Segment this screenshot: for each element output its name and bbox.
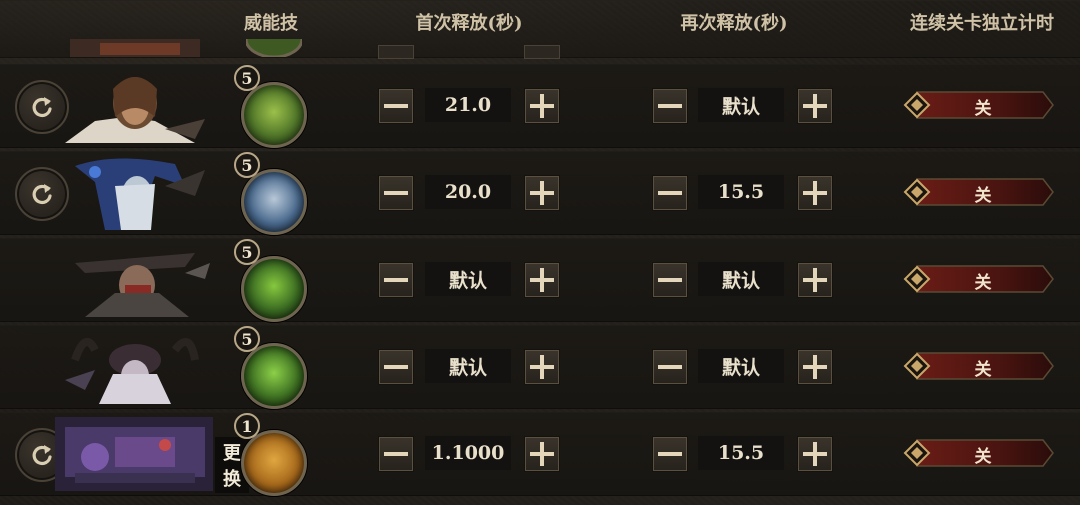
skill-level-badge: 5 bbox=[234, 326, 260, 352]
first-release-increase-button[interactable] bbox=[524, 88, 560, 124]
minus-icon bbox=[658, 452, 682, 456]
again-release-increase-button[interactable] bbox=[797, 175, 833, 211]
plus-icon bbox=[803, 355, 827, 379]
green-beast-skill-icon[interactable] bbox=[241, 82, 307, 148]
again-release-decrease-button[interactable] bbox=[652, 88, 688, 124]
toggle-state-label: 关 bbox=[974, 186, 992, 206]
minus-icon bbox=[384, 452, 408, 456]
plus-icon bbox=[803, 181, 827, 205]
green-thorn-skill-icon[interactable] bbox=[241, 343, 307, 409]
again-release-value: 15.5 bbox=[698, 436, 784, 470]
toggle-state-label: 关 bbox=[974, 99, 992, 119]
first-release-value: 默认 bbox=[425, 262, 511, 296]
first-release-decrease-button[interactable] bbox=[378, 88, 414, 124]
again-release-increase-button[interactable] bbox=[797, 436, 833, 472]
first-release-decrease-button[interactable] bbox=[378, 262, 414, 298]
toggle-state-label: 关 bbox=[974, 273, 992, 293]
plus-icon bbox=[530, 181, 554, 205]
header-again-release: 再次释放(秒) bbox=[680, 13, 788, 34]
first-release-value: 1.1000 bbox=[425, 436, 511, 470]
again-release-value: 默认 bbox=[698, 262, 784, 296]
again-release-decrease-button[interactable] bbox=[652, 175, 688, 211]
first-release-value: 21.0 bbox=[425, 88, 511, 122]
first-release-value: 默认 bbox=[425, 349, 511, 383]
hero-portrait-gunslinger[interactable] bbox=[55, 243, 213, 317]
header-skill: 威能技 bbox=[244, 13, 298, 34]
again-release-decrease-button[interactable] bbox=[652, 436, 688, 472]
stage-timer-toggle[interactable]: 关 bbox=[903, 90, 1055, 120]
plus-icon bbox=[803, 94, 827, 118]
header-stage-timer: 连续关卡独立计时 bbox=[910, 13, 1054, 34]
table-header: 威能技 首次释放(秒) 再次释放(秒) 连续关卡独立计时 bbox=[0, 0, 1080, 44]
first-release-increase-button[interactable] bbox=[524, 175, 560, 211]
first-release-value: 20.0 bbox=[425, 175, 511, 209]
plus-icon bbox=[530, 268, 554, 292]
plus-icon bbox=[803, 442, 827, 466]
plus-icon bbox=[530, 442, 554, 466]
first-release-increase-button[interactable] bbox=[524, 349, 560, 385]
minus-icon bbox=[384, 278, 408, 282]
gold-rune-skill-icon[interactable] bbox=[241, 430, 307, 496]
again-release-decrease-button[interactable] bbox=[652, 262, 688, 298]
table-row-4: 5 默认 默认 关 bbox=[0, 325, 1080, 409]
header-first-release: 首次释放(秒) bbox=[415, 13, 523, 34]
plus-icon bbox=[803, 268, 827, 292]
hero-portrait-warrior[interactable] bbox=[55, 69, 213, 143]
first-release-decrease-button[interactable] bbox=[378, 175, 414, 211]
again-release-value: 默认 bbox=[698, 349, 784, 383]
again-release-increase-button[interactable] bbox=[797, 88, 833, 124]
stage-timer-toggle[interactable]: 关 bbox=[903, 438, 1055, 468]
skill-level-badge: 1 bbox=[234, 413, 260, 439]
first-release-decrease-button[interactable] bbox=[378, 436, 414, 472]
again-release-value: 默认 bbox=[698, 88, 784, 122]
refresh-icon bbox=[32, 184, 52, 205]
minus-icon bbox=[658, 104, 682, 108]
stage-timer-toggle[interactable]: 关 bbox=[903, 264, 1055, 294]
toggle-state-label: 关 bbox=[974, 360, 992, 380]
first-release-increase-button[interactable] bbox=[524, 262, 560, 298]
hero-portrait-horned-sorceress[interactable] bbox=[55, 330, 213, 404]
table-row-3: 5 默认 默认 关 bbox=[0, 238, 1080, 322]
stage-timer-toggle[interactable]: 关 bbox=[903, 177, 1055, 207]
hero-portrait-frost-mage[interactable] bbox=[55, 156, 213, 230]
plus-icon bbox=[530, 355, 554, 379]
again-release-decrease-button[interactable] bbox=[652, 349, 688, 385]
first-release-decrease-button[interactable] bbox=[378, 349, 414, 385]
refresh-icon bbox=[32, 97, 52, 118]
minus-icon bbox=[384, 191, 408, 195]
table-row-2: 5 20.0 15.5 关 bbox=[0, 151, 1080, 235]
again-release-value: 15.5 bbox=[698, 175, 784, 209]
again-release-increase-button[interactable] bbox=[797, 349, 833, 385]
minus-icon bbox=[658, 191, 682, 195]
table-row-5: 更换 1 1.1000 15.5 关 bbox=[0, 412, 1080, 496]
again-release-increase-button[interactable] bbox=[797, 262, 833, 298]
skill-level-badge: 5 bbox=[234, 65, 260, 91]
toggle-state-label: 关 bbox=[974, 447, 992, 467]
skill-level-badge: 5 bbox=[234, 152, 260, 178]
minus-icon bbox=[658, 365, 682, 369]
stage-timer-toggle[interactable]: 关 bbox=[903, 351, 1055, 381]
table-row-1: 5 21.0 默认 关 bbox=[0, 64, 1080, 148]
blue-blade-skill-icon[interactable] bbox=[241, 169, 307, 235]
first-release-increase-button[interactable] bbox=[524, 436, 560, 472]
refresh-icon bbox=[32, 445, 52, 466]
skill-level-badge: 5 bbox=[234, 239, 260, 265]
green-claw-skill-icon[interactable] bbox=[241, 256, 307, 322]
hero-portrait-mechanic[interactable]: 更换 bbox=[55, 417, 249, 493]
minus-icon bbox=[658, 278, 682, 282]
minus-icon bbox=[384, 104, 408, 108]
plus-icon bbox=[530, 94, 554, 118]
minus-icon bbox=[384, 365, 408, 369]
